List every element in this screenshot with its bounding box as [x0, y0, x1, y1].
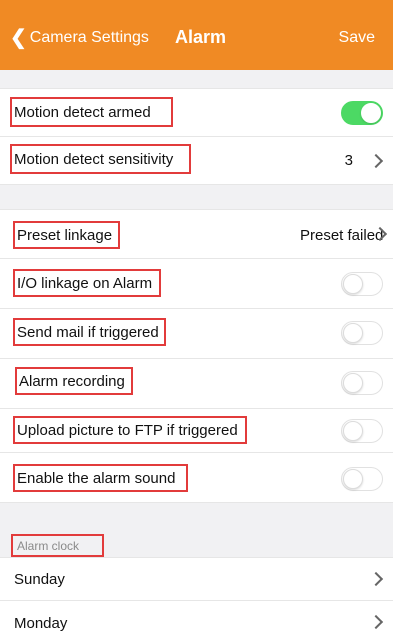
save-button[interactable]: Save [339, 29, 375, 47]
motion-detect-armed-label: Motion detect armed [14, 104, 151, 121]
section-spacer [0, 70, 393, 88]
motion-detect-armed-toggle[interactable] [341, 101, 383, 125]
chevron-left-icon: ❮ [10, 27, 27, 49]
row-alarm-recording: Alarm recording [0, 359, 393, 409]
row-upload-ftp: Upload picture to FTP if triggered [0, 409, 393, 453]
navigation-bar: ❮ Camera Settings Alarm Save [0, 0, 393, 70]
alarm-recording-toggle[interactable] [341, 371, 383, 395]
row-monday[interactable]: Monday [0, 601, 393, 634]
toggle-knob [361, 103, 381, 123]
row-sunday[interactable]: Sunday [0, 557, 393, 601]
back-button[interactable]: ❮ Camera Settings [10, 28, 149, 48]
toggle-knob [343, 274, 363, 294]
day-label: Monday [14, 615, 68, 632]
page-title: Alarm [175, 27, 227, 47]
toggle-knob [343, 421, 363, 441]
row-preset-linkage[interactable]: Preset linkage Preset failed [0, 209, 393, 259]
chevron-right-icon [368, 614, 384, 630]
preset-linkage-value: Preset failed [300, 227, 384, 244]
chevron-right-icon [368, 153, 384, 169]
row-io-linkage: I/O linkage on Alarm [0, 259, 393, 309]
row-motion-detect-sensitivity[interactable]: Motion detect sensitivity 3 [0, 137, 393, 185]
toggle-knob [343, 373, 363, 393]
alarm-clock-section-header: Alarm clock [0, 503, 393, 557]
sensitivity-value: 3 [344, 152, 353, 169]
chevron-right-icon [368, 571, 384, 587]
upload-ftp-label: Upload picture to FTP if triggered [17, 422, 238, 439]
alarm-sound-toggle[interactable] [341, 467, 383, 491]
send-mail-label: Send mail if triggered [17, 324, 159, 341]
motion-detect-sensitivity-label: Motion detect sensitivity [14, 151, 174, 168]
toggle-knob [343, 469, 363, 489]
back-button-label: Camera Settings [29, 29, 149, 46]
row-send-mail: Send mail if triggered [0, 309, 393, 359]
alarm-recording-label: Alarm recording [19, 373, 125, 390]
toggle-knob [343, 323, 363, 343]
send-mail-toggle[interactable] [341, 321, 383, 345]
row-motion-detect-armed: Motion detect armed [0, 88, 393, 137]
alarm-sound-label: Enable the alarm sound [17, 470, 176, 487]
io-linkage-toggle[interactable] [341, 272, 383, 296]
preset-linkage-label: Preset linkage [17, 227, 113, 244]
section-spacer [0, 185, 393, 209]
io-linkage-label: I/O linkage on Alarm [17, 275, 153, 292]
alarm-clock-header-label: Alarm clock [17, 539, 80, 553]
row-alarm-sound: Enable the alarm sound [0, 453, 393, 503]
upload-ftp-toggle[interactable] [341, 419, 383, 443]
day-label: Sunday [14, 571, 65, 588]
